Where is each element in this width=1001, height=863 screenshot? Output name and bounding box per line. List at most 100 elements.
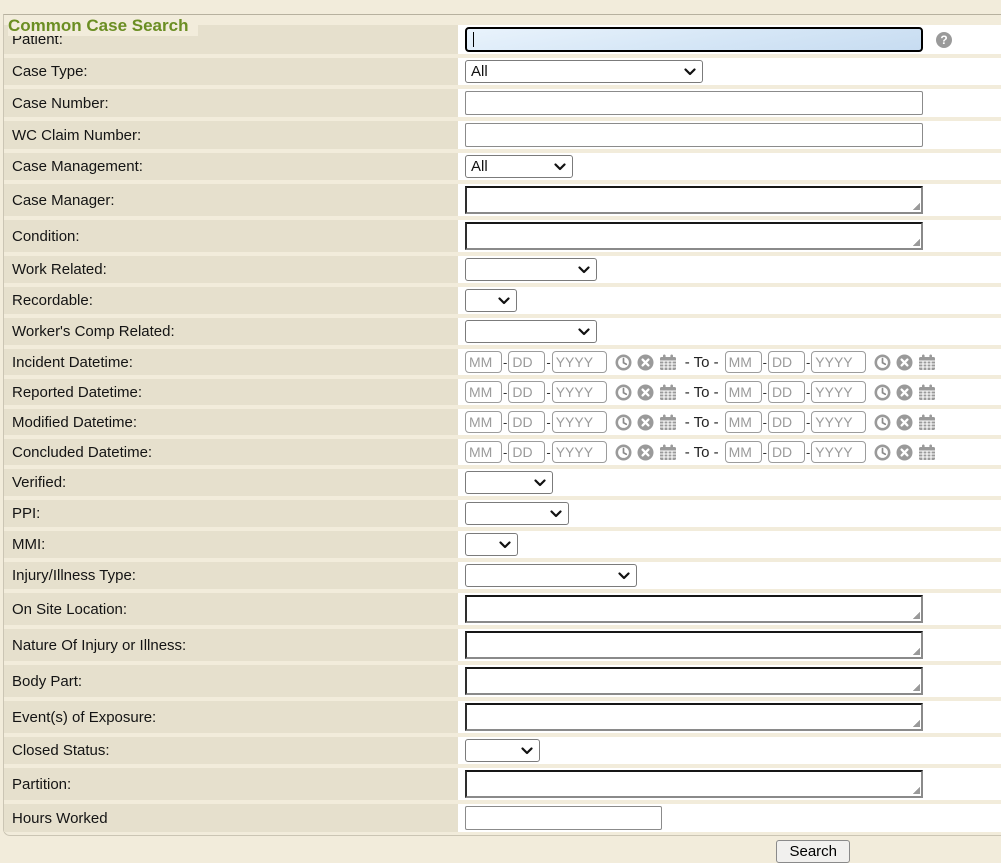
year-input[interactable] <box>811 381 866 403</box>
verified-select[interactable] <box>465 471 553 494</box>
month-input[interactable] <box>465 441 502 463</box>
clock-icon[interactable] <box>874 354 891 371</box>
calendar-icon[interactable] <box>659 354 677 371</box>
field-label: Event(s) of Exposure: <box>4 701 458 733</box>
search-button[interactable]: Search <box>776 840 850 863</box>
clear-circle-icon[interactable] <box>637 414 654 431</box>
clock-icon[interactable] <box>615 384 632 401</box>
year-input[interactable] <box>552 411 607 433</box>
row-on-site-location: On Site Location: <box>4 593 1001 625</box>
case-number-input[interactable] <box>465 91 923 115</box>
case-management-select[interactable]: All <box>465 155 573 178</box>
calendar-icon[interactable] <box>659 384 677 401</box>
resize-handle[interactable] <box>911 682 920 691</box>
clear-circle-icon[interactable] <box>637 384 654 401</box>
clear-circle-icon[interactable] <box>896 414 913 431</box>
workers-comp-related-select[interactable] <box>465 320 597 343</box>
condition-textarea[interactable] <box>465 222 923 250</box>
select-value: All <box>471 63 488 80</box>
row-hours-worked: Hours Worked <box>4 804 1001 832</box>
work-related-select[interactable] <box>465 258 597 281</box>
patient-input[interactable] <box>465 27 923 52</box>
day-input[interactable] <box>768 441 805 463</box>
month-input[interactable] <box>465 411 502 433</box>
year-input[interactable] <box>552 381 607 403</box>
resize-handle[interactable] <box>911 646 920 655</box>
chevron-down-icon <box>578 328 590 336</box>
day-input[interactable] <box>768 381 805 403</box>
row-events-of-exposure: Event(s) of Exposure: <box>4 701 1001 733</box>
calendar-icon[interactable] <box>659 444 677 461</box>
on-site-location-textarea[interactable] <box>465 595 923 623</box>
month-input[interactable] <box>725 381 762 403</box>
day-input[interactable] <box>508 441 545 463</box>
year-input[interactable] <box>552 441 607 463</box>
clock-icon[interactable] <box>615 444 632 461</box>
field-label: Condition: <box>4 220 458 252</box>
day-input[interactable] <box>508 381 545 403</box>
field-label: Hours Worked <box>4 804 458 832</box>
ppi-select[interactable] <box>465 502 569 525</box>
clear-circle-icon[interactable] <box>896 384 913 401</box>
year-input[interactable] <box>811 411 866 433</box>
resize-handle[interactable] <box>911 785 920 794</box>
field-label: Case Number: <box>4 89 458 117</box>
case-manager-textarea[interactable] <box>465 186 923 214</box>
year-input[interactable] <box>811 441 866 463</box>
calendar-icon[interactable] <box>918 384 936 401</box>
recordable-select[interactable] <box>465 289 517 312</box>
wc-claim-number-input[interactable] <box>465 123 923 147</box>
clock-icon[interactable] <box>874 384 891 401</box>
clock-icon[interactable] <box>874 414 891 431</box>
case-type-select[interactable]: All <box>465 60 703 83</box>
chevron-down-icon <box>521 747 533 755</box>
resize-handle[interactable] <box>911 718 920 727</box>
year-input[interactable] <box>552 351 607 373</box>
date-separator: - <box>806 415 810 430</box>
month-input[interactable] <box>725 351 762 373</box>
clear-circle-icon[interactable] <box>637 444 654 461</box>
to-label: - To - <box>685 414 719 431</box>
help-icon[interactable]: ? <box>936 32 952 48</box>
chevron-down-icon <box>578 266 590 274</box>
row-body-part: Body Part: <box>4 665 1001 697</box>
row-case-type: Case Type: All <box>4 58 1001 85</box>
day-input[interactable] <box>768 411 805 433</box>
closed-status-select[interactable] <box>465 739 540 762</box>
row-wc-claim-number: WC Claim Number: <box>4 121 1001 149</box>
month-input[interactable] <box>725 441 762 463</box>
resize-handle[interactable] <box>911 201 920 210</box>
date-separator: - <box>546 385 550 400</box>
field-label: Worker's Comp Related: <box>4 318 458 345</box>
date-separator: - <box>503 415 507 430</box>
year-input[interactable] <box>811 351 866 373</box>
day-input[interactable] <box>508 411 545 433</box>
events-of-exposure-textarea[interactable] <box>465 703 923 731</box>
resize-handle[interactable] <box>911 237 920 246</box>
clear-circle-icon[interactable] <box>637 354 654 371</box>
date-separator: - <box>806 445 810 460</box>
calendar-icon[interactable] <box>918 354 936 371</box>
day-input[interactable] <box>768 351 805 373</box>
clock-icon[interactable] <box>874 444 891 461</box>
clock-icon[interactable] <box>615 354 632 371</box>
day-input[interactable] <box>508 351 545 373</box>
clear-circle-icon[interactable] <box>896 354 913 371</box>
calendar-icon[interactable] <box>659 414 677 431</box>
clear-circle-icon[interactable] <box>896 444 913 461</box>
resize-handle[interactable] <box>911 610 920 619</box>
calendar-icon[interactable] <box>918 414 936 431</box>
mmi-select[interactable] <box>465 533 518 556</box>
hours-worked-input[interactable] <box>465 806 662 830</box>
injury-illness-type-select[interactable] <box>465 564 637 587</box>
clock-icon[interactable] <box>615 414 632 431</box>
month-input[interactable] <box>465 351 502 373</box>
nature-of-injury-textarea[interactable] <box>465 631 923 659</box>
incident-datetime-range: -- - To - -- <box>458 349 1001 375</box>
date-separator: - <box>806 385 810 400</box>
month-input[interactable] <box>465 381 502 403</box>
body-part-textarea[interactable] <box>465 667 923 695</box>
month-input[interactable] <box>725 411 762 433</box>
row-recordable: Recordable: <box>4 287 1001 314</box>
calendar-icon[interactable] <box>918 444 936 461</box>
